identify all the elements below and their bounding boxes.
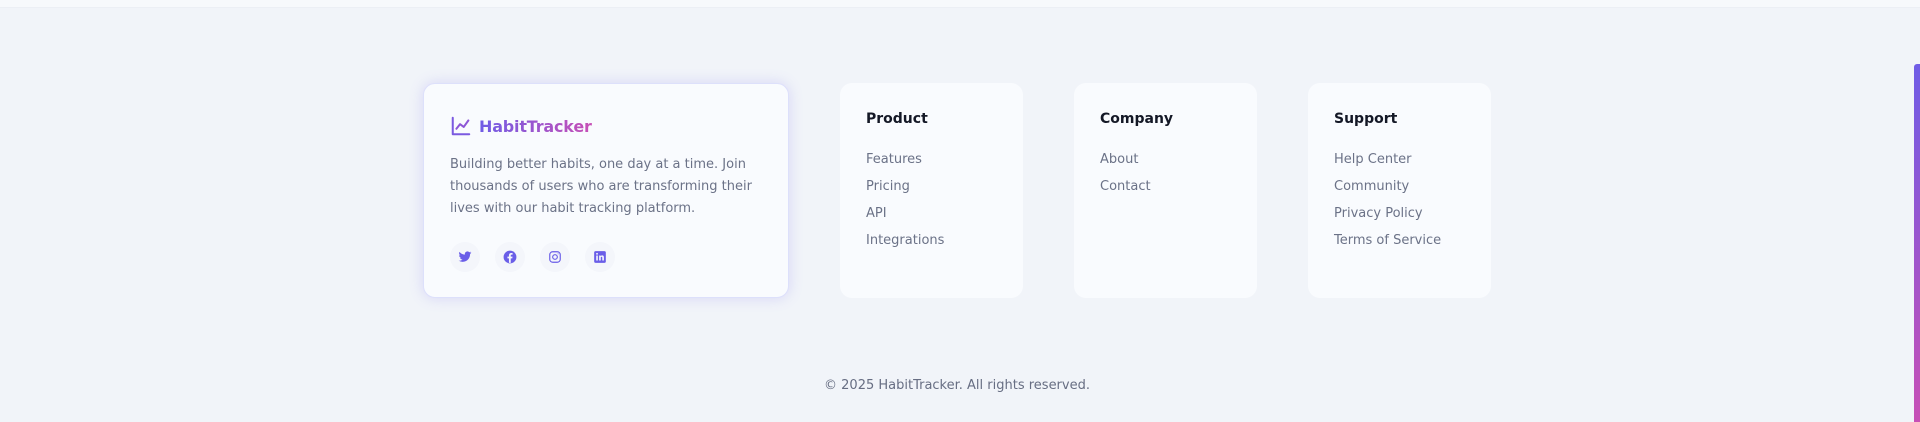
footer-link-integrations[interactable]: Integrations	[866, 233, 944, 249]
brand-name: HabitTracker	[479, 116, 592, 136]
footer-link-pricing[interactable]: Pricing	[866, 179, 944, 195]
scrollbar-thumb[interactable]	[1914, 64, 1920, 422]
company-column: Company About Contact	[1074, 83, 1257, 298]
support-column: Support Help Center Community Privacy Po…	[1308, 83, 1491, 298]
footer-link-api[interactable]: API	[866, 206, 944, 222]
footer-link-about[interactable]: About	[1100, 152, 1151, 168]
footer-link-help-center[interactable]: Help Center	[1334, 152, 1441, 168]
brand-logo[interactable]: HabitTracker	[450, 115, 592, 137]
social-links	[450, 242, 630, 272]
brand-description: Building better habits, one day at a tim…	[450, 157, 752, 216]
column-title: Support	[1334, 111, 1398, 127]
footer-link-contact[interactable]: Contact	[1100, 179, 1151, 195]
linkedin-icon	[594, 251, 606, 263]
link-list: Features Pricing API Integrations	[866, 152, 944, 260]
top-strip	[0, 0, 1920, 8]
twitter-icon	[458, 251, 472, 262]
footer-link-terms-of-service[interactable]: Terms of Service	[1334, 233, 1441, 249]
copyright-text: © 2025 HabitTracker. All rights reserved…	[824, 378, 1090, 393]
product-column: Product Features Pricing API Integration…	[840, 83, 1023, 298]
twitter-button[interactable]	[450, 242, 480, 272]
footer-link-privacy-policy[interactable]: Privacy Policy	[1334, 206, 1441, 222]
trend-chart-icon	[451, 116, 471, 136]
linkedin-button[interactable]	[585, 242, 615, 272]
facebook-icon	[503, 250, 517, 264]
brand-card: HabitTracker Building better habits, one…	[423, 83, 789, 298]
instagram-icon	[549, 251, 561, 263]
link-list: About Contact	[1100, 152, 1151, 206]
column-title: Product	[866, 111, 928, 127]
instagram-button[interactable]	[540, 242, 570, 272]
trend-line	[455, 119, 470, 130]
column-title: Company	[1100, 111, 1174, 127]
footer-link-features[interactable]: Features	[866, 152, 944, 168]
facebook-button[interactable]	[495, 242, 525, 272]
link-list: Help Center Community Privacy Policy Ter…	[1334, 152, 1441, 260]
footer-link-community[interactable]: Community	[1334, 179, 1441, 195]
